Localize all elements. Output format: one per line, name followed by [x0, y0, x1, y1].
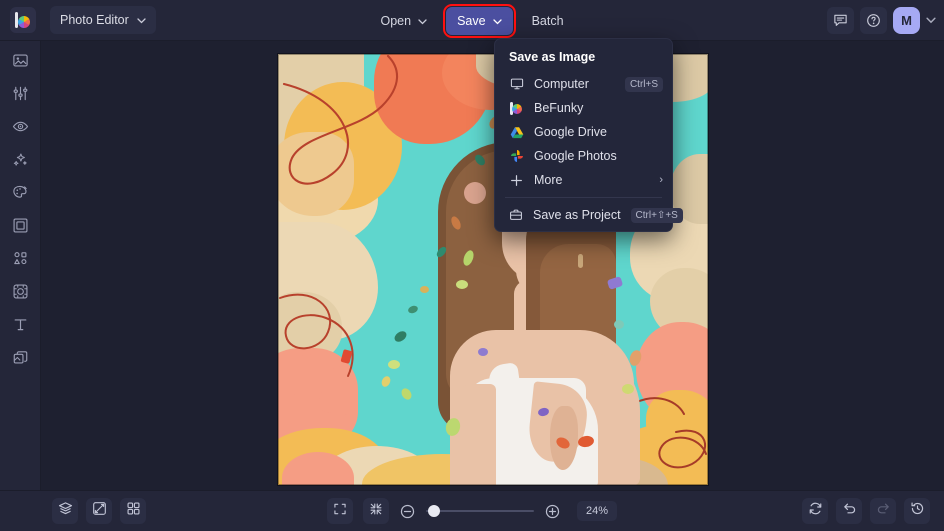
fit-to-screen-button[interactable]: [362, 498, 389, 524]
open-menu-button[interactable]: Open: [369, 7, 438, 35]
redo-arrow-icon: [876, 501, 891, 521]
zoom-slider[interactable]: [425, 504, 534, 518]
reset-button[interactable]: [802, 498, 828, 524]
sidebar-item-frames[interactable]: [5, 216, 35, 239]
save-menu-title: Save as Image: [509, 50, 596, 64]
question-circle-icon[interactable]: [860, 7, 887, 34]
chevron-down-icon: [418, 14, 427, 28]
save-menu-button[interactable]: Save: [443, 3, 516, 38]
batch-menu-label: Batch: [531, 13, 564, 28]
frame-icon: [12, 217, 29, 239]
text-t-icon: [12, 316, 29, 338]
menu-item-befunky-label: BeFunky: [534, 101, 584, 115]
menu-item-save-as-project-label: Save as Project: [533, 208, 621, 222]
chevron-right-icon: ›: [659, 174, 663, 186]
zoom-in-button[interactable]: [544, 503, 561, 520]
sidebar-item-layers[interactable]: [5, 348, 35, 371]
history-clock-icon: [910, 501, 925, 521]
briefcase-icon: [509, 208, 523, 222]
sparkles-icon: [12, 151, 29, 173]
top-right-controls: M: [827, 0, 936, 41]
redo-button[interactable]: [870, 498, 896, 524]
sidebar-item-artsy[interactable]: [5, 183, 35, 206]
history-button[interactable]: [904, 498, 930, 524]
menu-item-computer-label: Computer: [534, 77, 589, 91]
menu-item-more-label: More: [534, 173, 563, 187]
zoom-slider-handle[interactable]: [427, 505, 440, 517]
menu-item-save-as-project-shortcut: Ctrl+⇧+S: [630, 207, 683, 223]
sidebar-item-touch-up[interactable]: [5, 84, 35, 107]
menu-item-befunky[interactable]: BeFunky: [495, 96, 672, 120]
sidebar-item-effects[interactable]: [5, 150, 35, 173]
left-tool-sidebar: [0, 41, 41, 490]
menu-item-google-drive[interactable]: Google Drive: [495, 120, 672, 144]
layers-copy-icon: [12, 349, 29, 371]
eye-icon: [12, 118, 29, 140]
menu-separator: [505, 197, 662, 198]
open-menu-label: Open: [380, 13, 412, 28]
editor-canvas-stage[interactable]: [41, 41, 944, 490]
sidebar-item-retouch[interactable]: [5, 117, 35, 140]
sidebar-item-textures[interactable]: [5, 282, 35, 305]
menu-item-save-as-project[interactable]: Save as Project Ctrl+⇧+S: [495, 203, 683, 227]
palette-icon: [12, 184, 29, 206]
undo-button[interactable]: [836, 498, 862, 524]
sidebar-item-graphics[interactable]: [5, 249, 35, 272]
shapes-icon: [12, 250, 29, 272]
zoom-slider-track: [425, 510, 534, 512]
avatar[interactable]: M: [893, 7, 920, 34]
sliders-icon: [12, 85, 29, 107]
chat-bubble-icon[interactable]: [827, 7, 854, 34]
monitor-icon: [509, 77, 524, 91]
menu-item-google-photos-label: Google Photos: [534, 149, 617, 163]
menu-item-google-drive-label: Google Drive: [534, 125, 607, 139]
refresh-icon: [808, 501, 823, 521]
chevron-down-icon: [492, 14, 502, 28]
bottom-right-controls: [802, 498, 930, 524]
befunky-logo-icon: [509, 101, 524, 115]
menu-item-google-photos[interactable]: Google Photos: [495, 144, 672, 168]
sidebar-item-edit[interactable]: [5, 51, 35, 74]
account-chevron-down-icon[interactable]: [926, 17, 936, 24]
fullscreen-button[interactable]: [326, 498, 353, 524]
save-menu-label: Save: [457, 13, 486, 28]
menu-item-computer-shortcut: Ctrl+S: [624, 76, 663, 92]
save-dropdown-menu[interactable]: Save as Image Computer Ctrl+S BeFunky Go…: [494, 38, 683, 232]
top-toolbar: Photo Editor Open Save Batch M: [0, 0, 944, 41]
bottom-toolbar: 24%: [0, 490, 944, 531]
center-menu-group: Open Save Batch: [0, 0, 944, 41]
batch-menu-button[interactable]: Batch: [521, 7, 575, 35]
menu-item-more[interactable]: More ›: [495, 168, 672, 192]
google-drive-icon: [509, 126, 524, 139]
fullscreen-icon: [333, 502, 347, 521]
menu-item-computer[interactable]: Computer Ctrl+S: [495, 72, 672, 96]
plus-icon: [509, 174, 524, 187]
google-photos-icon: [509, 149, 524, 163]
texture-icon: [12, 283, 29, 305]
undo-arrow-icon: [842, 501, 857, 521]
fit-to-screen-icon: [369, 502, 383, 521]
zoom-out-button[interactable]: [399, 503, 416, 520]
befunky-photo-editor-window: Photo Editor Open Save Batch M Save as I…: [0, 0, 944, 531]
sidebar-item-text[interactable]: [5, 315, 35, 338]
zoom-level-value[interactable]: 24%: [576, 501, 618, 521]
image-icon: [12, 52, 29, 74]
